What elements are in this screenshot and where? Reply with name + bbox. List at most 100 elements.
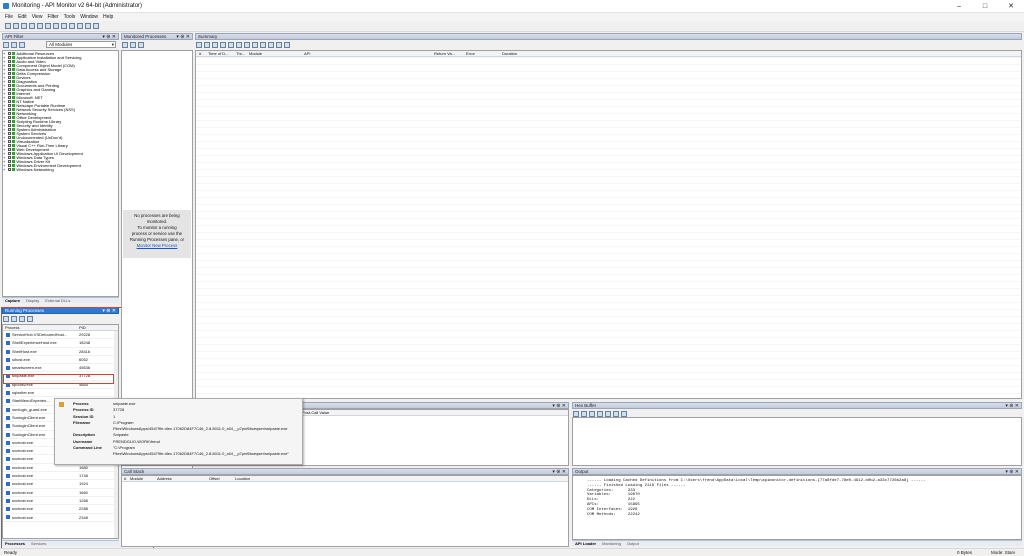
- checkbox[interactable]: [8, 128, 12, 131]
- tab-output[interactable]: Output: [624, 541, 642, 547]
- summary-tool-icon[interactable]: [268, 42, 274, 48]
- menu-item-edit[interactable]: Edit: [18, 13, 27, 21]
- checkbox[interactable]: [8, 60, 12, 63]
- checkbox[interactable]: [8, 140, 12, 143]
- pause-icon[interactable]: [45, 23, 51, 29]
- checkbox[interactable]: [8, 136, 12, 139]
- menu-item-tools[interactable]: Tools: [64, 13, 76, 21]
- maximize-icon[interactable]: □: [972, 0, 998, 13]
- tree-item[interactable]: + Windows Networking: [3, 168, 118, 172]
- checkbox[interactable]: [8, 108, 12, 111]
- callstack-col[interactable]: Location: [235, 476, 250, 482]
- api-filter-tool-icon[interactable]: [11, 42, 17, 48]
- monitor-new-process-link[interactable]: Monitor New Process: [123, 243, 191, 249]
- summary-tool-icon[interactable]: [212, 42, 218, 48]
- checkbox[interactable]: [8, 124, 12, 127]
- refresh-icon[interactable]: [93, 23, 99, 29]
- menu-item-help[interactable]: Help: [103, 13, 113, 21]
- checkbox[interactable]: [8, 68, 12, 71]
- hex-tool-icon[interactable]: [621, 411, 627, 417]
- col-post-call-value[interactable]: Post-Call Value: [302, 410, 329, 416]
- pin-icon[interactable]: ▾ ⊛ ✕: [176, 34, 190, 40]
- checkbox[interactable]: [8, 116, 12, 119]
- checkbox[interactable]: [8, 156, 12, 159]
- summary-col[interactable]: Thr...: [236, 51, 245, 57]
- checkbox[interactable]: [8, 120, 12, 123]
- menu-item-window[interactable]: Window: [80, 13, 98, 21]
- hex-tool-icon[interactable]: [581, 411, 587, 417]
- summary-tool-icon[interactable]: [220, 42, 226, 48]
- pin-icon[interactable]: ▾ ⊛ ✕: [1005, 403, 1019, 409]
- checkbox[interactable]: [8, 92, 12, 95]
- expand-icon[interactable]: +: [3, 167, 5, 172]
- api-filter-tool-icon[interactable]: [3, 42, 9, 48]
- api-filter-tool-icon[interactable]: [19, 42, 25, 48]
- checkbox[interactable]: [8, 104, 12, 107]
- checkbox[interactable]: [8, 132, 12, 135]
- summary-col[interactable]: Module: [249, 51, 262, 57]
- summary-tool-icon[interactable]: [276, 42, 282, 48]
- menu-item-view[interactable]: View: [32, 13, 43, 21]
- close-icon[interactable]: ✕: [998, 0, 1024, 13]
- checkbox[interactable]: [8, 80, 12, 83]
- callstack-col[interactable]: Offset: [209, 476, 220, 482]
- tab-api-loader[interactable]: API Loader: [572, 541, 599, 547]
- summary-tool-icon[interactable]: [236, 42, 242, 48]
- menu-item-file[interactable]: File: [5, 13, 13, 21]
- monitored-tool-icon[interactable]: [122, 42, 128, 48]
- new-icon[interactable]: [21, 23, 27, 29]
- open-icon[interactable]: [5, 23, 11, 29]
- close-file-icon[interactable]: [29, 23, 35, 29]
- callstack-col[interactable]: Address: [157, 476, 172, 482]
- checkbox[interactable]: [8, 76, 12, 79]
- checkbox[interactable]: [8, 168, 12, 171]
- checkbox[interactable]: [8, 160, 12, 163]
- checkbox[interactable]: [8, 100, 12, 103]
- hex-tool-icon[interactable]: [613, 411, 619, 417]
- summary-col[interactable]: #: [199, 51, 201, 57]
- capture-icon[interactable]: [37, 23, 43, 29]
- summary-tool-icon[interactable]: [244, 42, 250, 48]
- checkbox[interactable]: [8, 72, 12, 75]
- summary-tool-icon[interactable]: [204, 42, 210, 48]
- monitored-tool-icon[interactable]: [130, 42, 136, 48]
- checkbox[interactable]: [8, 112, 12, 115]
- tab-capture[interactable]: Capture: [2, 298, 23, 304]
- monitored-tool-icon[interactable]: [138, 42, 144, 48]
- columns-icon[interactable]: [85, 23, 91, 29]
- summary-col[interactable]: Return Va...: [434, 51, 455, 57]
- find-icon[interactable]: [61, 23, 67, 29]
- hex-tool-icon[interactable]: [573, 411, 579, 417]
- minimize-icon[interactable]: –: [946, 0, 972, 13]
- summary-col[interactable]: API: [304, 51, 310, 57]
- save-icon[interactable]: [13, 23, 19, 29]
- checkbox[interactable]: [8, 52, 12, 55]
- summary-tool-icon[interactable]: [196, 42, 202, 48]
- clear-icon[interactable]: [77, 23, 83, 29]
- checkbox[interactable]: [8, 152, 12, 155]
- summary-col[interactable]: Time of D...: [208, 51, 229, 57]
- checkbox[interactable]: [8, 64, 12, 67]
- checkbox[interactable]: [8, 144, 12, 147]
- tab-external-dlls[interactable]: External DLLs: [42, 298, 73, 304]
- checkbox[interactable]: [8, 56, 12, 59]
- pin-icon[interactable]: ▾ ⊛ ✕: [1005, 469, 1019, 475]
- summary-col[interactable]: Error: [466, 51, 475, 57]
- callstack-col[interactable]: #: [124, 476, 126, 482]
- checkbox[interactable]: [8, 84, 12, 87]
- summary-tool-icon[interactable]: [252, 42, 258, 48]
- checkbox[interactable]: [8, 88, 12, 91]
- menu-item-filter[interactable]: Filter: [47, 13, 58, 21]
- summary-col[interactable]: Duration: [502, 51, 517, 57]
- tab-display[interactable]: Display: [23, 298, 42, 304]
- summary-tool-icon[interactable]: [228, 42, 234, 48]
- tab-monitoring[interactable]: Monitoring: [599, 541, 624, 547]
- callstack-col[interactable]: Module: [130, 476, 143, 482]
- hex-tool-icon[interactable]: [589, 411, 595, 417]
- options-icon[interactable]: [69, 23, 75, 29]
- checkbox[interactable]: [8, 164, 12, 167]
- modules-dropdown[interactable]: All Modules ▾: [46, 41, 116, 48]
- summary-tool-icon[interactable]: [260, 42, 266, 48]
- filter-icon[interactable]: [53, 23, 59, 29]
- hex-tool-icon[interactable]: [605, 411, 611, 417]
